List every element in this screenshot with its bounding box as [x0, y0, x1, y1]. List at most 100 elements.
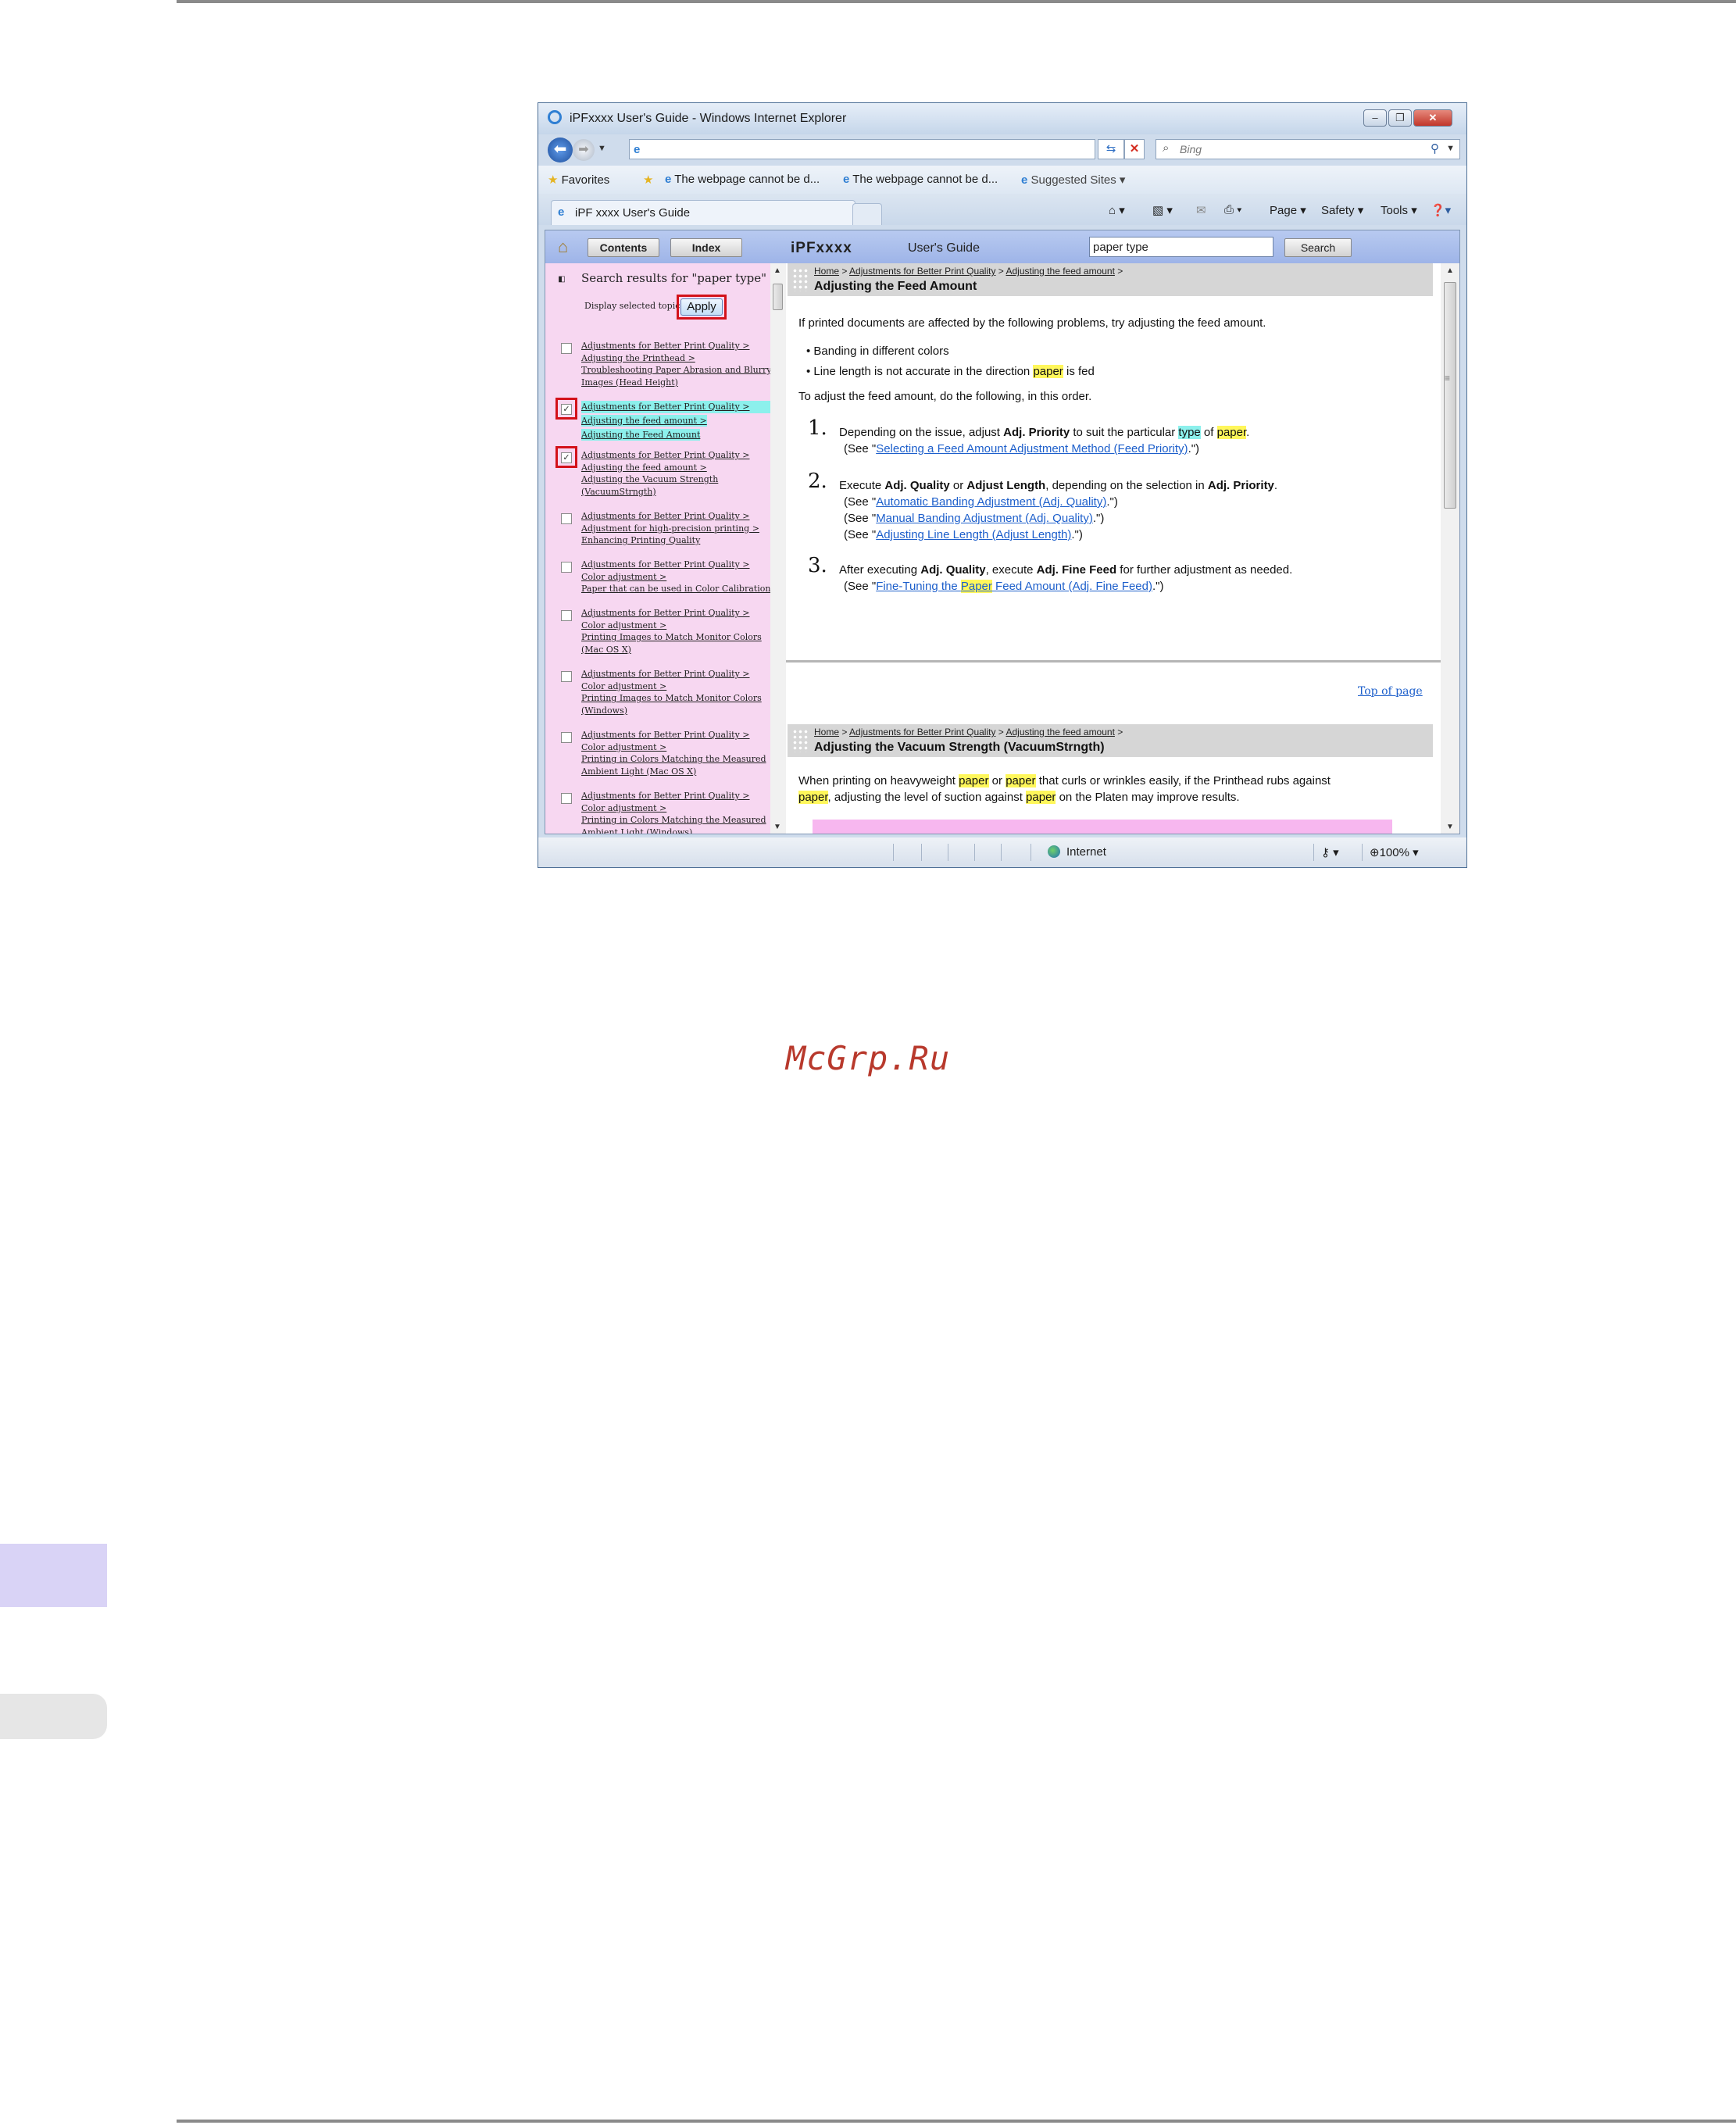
- result-link[interactable]: Adjustments for Better Print Quality > C…: [581, 790, 766, 834]
- main-scrollbar[interactable]: ▲ ≡ ▼: [1441, 263, 1459, 834]
- result-link[interactable]: Adjustments for Better Print Quality > A…: [581, 449, 750, 498]
- text-run: Execute: [839, 479, 885, 492]
- text-run: , depending on the selection in: [1045, 479, 1208, 492]
- page-bottom-rule: [177, 2120, 1736, 2123]
- contents-button[interactable]: Contents: [588, 238, 659, 257]
- topic-link[interactable]: Automatic Banding Adjustment (Adj. Quali…: [876, 495, 1106, 509]
- scroll-up-icon[interactable]: ▲: [1446, 266, 1454, 275]
- feeds-icon[interactable]: ▧ ▾: [1152, 203, 1173, 217]
- fav-link-1[interactable]: e The webpage cannot be d...: [665, 173, 820, 186]
- result-line: Adjustments for Better Print Quality >: [581, 341, 750, 351]
- scroll-down-icon[interactable]: ▼: [1446, 823, 1454, 831]
- result-line: Color adjustment >: [581, 741, 667, 752]
- mail-icon[interactable]: ✉: [1196, 203, 1206, 217]
- guide-search-input[interactable]: [1089, 237, 1273, 257]
- topic-link[interactable]: Fine-Tuning the Paper Feed Amount (Adj. …: [876, 580, 1152, 593]
- result-line: Printing Images to Match Monitor Colors: [581, 693, 762, 703]
- back-button[interactable]: ⬅: [548, 138, 573, 162]
- result-checkbox[interactable]: [561, 732, 572, 743]
- result-link[interactable]: Adjustments for Better Print Quality > C…: [581, 668, 762, 716]
- result-line: Adjustments for Better Print Quality >: [581, 669, 750, 679]
- result-checkbox-checked[interactable]: ✓: [561, 404, 572, 415]
- scroll-thumb[interactable]: [1444, 282, 1456, 509]
- add-favorite-icon[interactable]: ★: [643, 173, 653, 187]
- result-link[interactable]: Adjustments for Better Print Quality > A…: [581, 401, 770, 441]
- breadcrumb-separator: >: [998, 266, 1004, 277]
- link-text: Feed Amount (Adj. Fine Feed): [991, 580, 1152, 593]
- tab-users-guide[interactable]: e iPF xxxx User's Guide: [551, 200, 855, 225]
- result-link[interactable]: Adjustments for Better Print Quality > C…: [581, 559, 770, 595]
- scroll-grip-icon: ≡: [1445, 373, 1451, 384]
- left-scrollbar[interactable]: ▲ ▼: [770, 263, 786, 834]
- scroll-up-icon[interactable]: ▲: [773, 266, 781, 275]
- search-go-icon[interactable]: ⚲: [1431, 141, 1439, 155]
- safety-menu[interactable]: Safety ▾: [1321, 203, 1363, 217]
- text-run: on the Platen may improve results.: [1056, 791, 1240, 804]
- close-button[interactable]: ✕: [1413, 109, 1452, 127]
- breadcrumb-link[interactable]: Adjustments for Better Print Quality: [849, 266, 995, 277]
- favorites-button[interactable]: ★ Favorites: [548, 173, 609, 187]
- top-of-page-link[interactable]: Top of page: [1358, 685, 1423, 698]
- result-line: (Windows): [581, 705, 628, 716]
- result-link[interactable]: Adjustments for Better Print Quality > A…: [581, 340, 770, 388]
- favorites-star-icon: ★: [548, 173, 559, 187]
- search-highlight: paper: [959, 774, 989, 788]
- result-line: Ambient Light (Windows): [581, 827, 693, 834]
- bing-search-box[interactable]: ⌕ Bing ⚲ ▼: [1156, 139, 1460, 159]
- result-checkbox[interactable]: [561, 343, 572, 354]
- result-link[interactable]: Adjustments for Better Print Quality > C…: [581, 729, 766, 777]
- help-icon[interactable]: ❓▾: [1431, 203, 1451, 217]
- search-dropdown-icon[interactable]: ▼: [1446, 144, 1455, 153]
- refresh-button[interactable]: ⇆: [1098, 139, 1124, 159]
- apply-button[interactable]: Apply: [680, 298, 723, 316]
- page-top-rule: [177, 0, 1736, 3]
- search-highlight: paper: [1033, 365, 1063, 378]
- result-checkbox[interactable]: [561, 562, 572, 573]
- section-header: Home > Adjustments for Better Print Qual…: [788, 724, 1433, 757]
- topic-link[interactable]: Selecting a Feed Amount Adjustment Metho…: [876, 442, 1188, 455]
- tab-label: iPF xxxx User's Guide: [575, 206, 691, 220]
- breadcrumb-link[interactable]: Adjusting the feed amount: [1006, 266, 1114, 277]
- topic-link[interactable]: Manual Banding Adjustment (Adj. Quality): [876, 512, 1093, 525]
- topic-pane: Home > Adjustments for Better Print Qual…: [786, 263, 1441, 834]
- result-checkbox[interactable]: [561, 610, 572, 621]
- tools-menu[interactable]: Tools ▾: [1381, 203, 1417, 217]
- breadcrumb-home-link[interactable]: Home: [814, 727, 839, 738]
- grip-dots-icon: [792, 268, 809, 291]
- favorites-label: Favorites: [561, 173, 610, 187]
- forward-button[interactable]: ➡: [573, 139, 595, 161]
- result-link[interactable]: Adjustments for Better Print Quality > C…: [581, 607, 762, 655]
- history-dropdown-icon[interactable]: ▼: [598, 144, 606, 153]
- address-bar[interactable]: e: [629, 139, 1095, 159]
- stop-button[interactable]: ✕: [1124, 139, 1145, 159]
- restore-button[interactable]: ❐: [1388, 109, 1412, 127]
- result-link[interactable]: Adjustments for Better Print Quality > A…: [581, 510, 759, 547]
- print-icon[interactable]: ⎙ ▾: [1224, 203, 1241, 216]
- breadcrumb-link[interactable]: Adjustments for Better Print Quality: [849, 727, 995, 738]
- scroll-thumb[interactable]: [773, 284, 783, 310]
- result-checkbox[interactable]: [561, 513, 572, 524]
- collapse-icon[interactable]: ◧: [556, 274, 567, 285]
- breadcrumb-home-link[interactable]: Home: [814, 266, 839, 277]
- scroll-down-icon[interactable]: ▼: [773, 823, 781, 831]
- suggested-sites[interactable]: e Suggested Sites ▾: [1021, 173, 1125, 187]
- text-run-bold: Adj. Fine Feed: [1036, 563, 1117, 577]
- home-icon[interactable]: ⌂ ▾: [1109, 203, 1125, 217]
- fav-link-2[interactable]: e The webpage cannot be d...: [843, 173, 998, 186]
- protected-mode-icon[interactable]: ⚷ ▾: [1321, 845, 1339, 859]
- minimize-button[interactable]: –: [1363, 109, 1387, 127]
- guide-home-icon[interactable]: ⌂: [558, 237, 568, 257]
- breadcrumb-separator: >: [1117, 727, 1123, 738]
- result-checkbox-checked[interactable]: ✓: [561, 452, 572, 463]
- guide-search-button[interactable]: Search: [1284, 238, 1352, 257]
- text-run: (See ": [844, 580, 877, 593]
- result-checkbox[interactable]: [561, 793, 572, 804]
- result-checkbox[interactable]: [561, 671, 572, 682]
- zoom-level[interactable]: ⊕100% ▾: [1370, 845, 1419, 859]
- breadcrumb-link[interactable]: Adjusting the feed amount: [1006, 727, 1114, 738]
- topic-link[interactable]: Adjusting Line Length (Adjust Length): [876, 528, 1071, 541]
- browser-window: iPFxxxx User's Guide - Windows Internet …: [538, 102, 1467, 868]
- new-tab-button[interactable]: [852, 203, 882, 225]
- page-menu[interactable]: Page ▾: [1270, 203, 1306, 217]
- index-button[interactable]: Index: [670, 238, 742, 257]
